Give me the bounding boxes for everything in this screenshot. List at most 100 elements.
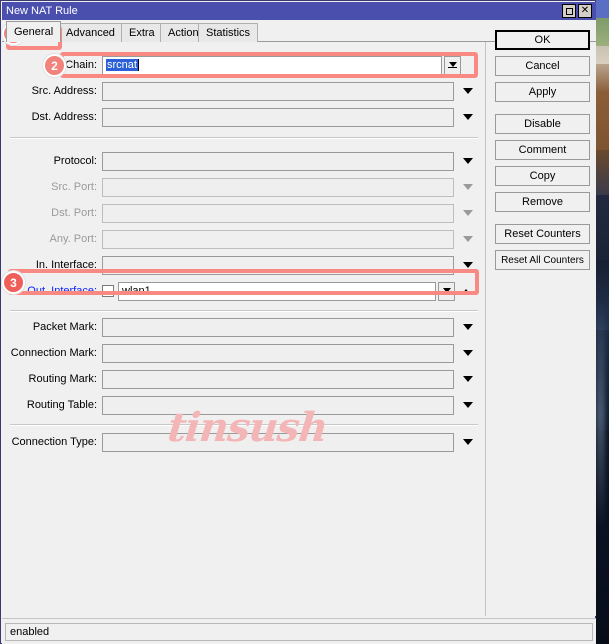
field-row-connection-type: Connection Type: [2, 431, 486, 453]
field-row-src-port: Src. Port: [2, 176, 486, 198]
window-title: New NAT Rule [6, 5, 78, 17]
dst-address-field-wrap [102, 107, 486, 127]
chain-dropdown-button[interactable] [444, 55, 461, 75]
chevron-down-icon [463, 324, 473, 330]
annotation-badge-3: 3 [2, 271, 25, 294]
connection-type-input[interactable] [102, 432, 454, 452]
ok-button[interactable]: OK [495, 30, 590, 50]
connection-mark-dropdown-icon[interactable] [460, 344, 476, 363]
reset-all-counters-button[interactable]: Reset All Counters [495, 250, 590, 270]
src-address-dropdown-icon[interactable] [460, 82, 476, 101]
dropdown-bar [448, 66, 457, 68]
disable-button[interactable]: Disable [495, 114, 590, 134]
chevron-down-icon [463, 114, 473, 120]
connection-type-field-wrap [102, 432, 486, 452]
chevron-down-icon [463, 376, 473, 382]
disable-button-label: Disable [524, 118, 561, 130]
packet-mark-field-wrap [102, 317, 486, 337]
connection-mark-input[interactable] [102, 343, 454, 363]
out-interface-add-button[interactable] [457, 282, 474, 301]
connection-mark-label: Connection Mark: [10, 347, 97, 359]
src-port-field-wrap [102, 177, 486, 197]
ok-button-label: OK [534, 34, 551, 46]
protocol-dropdown-icon[interactable] [460, 152, 476, 171]
routing-mark-field-wrap [102, 369, 486, 389]
status-text: enabled [10, 626, 50, 638]
routing-mark-input[interactable] [102, 369, 454, 389]
reset-all-counters-button-label: Reset All Counters [501, 254, 584, 266]
dst-port-dropdown-icon [460, 204, 476, 223]
window-controls: ✕ [562, 4, 592, 18]
field-row-out-interface: Out. Interface: wlan1 [2, 280, 486, 302]
dropdown-bar [442, 292, 451, 294]
cancel-button[interactable]: Cancel [495, 56, 590, 76]
dialog-button-panel: OK Cancel Apply Disable Comment Copy Rem… [487, 30, 596, 616]
reset-counters-button-label: Reset Counters [504, 228, 581, 240]
src-address-label: Src. Address: [31, 85, 97, 97]
chevron-down-icon [463, 439, 473, 445]
field-row-dst-port: Dst. Port: [2, 202, 486, 224]
close-button[interactable]: ✕ [578, 4, 592, 18]
dst-address-dropdown-icon[interactable] [460, 108, 476, 127]
connection-type-label: Connection Type: [11, 436, 97, 448]
maximize-button[interactable] [562, 4, 576, 18]
routing-table-label: Routing Table: [26, 399, 97, 411]
copy-button[interactable]: Copy [495, 166, 590, 186]
src-address-input[interactable] [102, 81, 454, 101]
field-row-packet-mark: Packet Mark: [2, 316, 486, 338]
comment-button[interactable]: Comment [495, 140, 590, 160]
chevron-down-icon [463, 158, 473, 164]
annotation-badge-2-number: 2 [51, 58, 58, 73]
reset-counters-button[interactable]: Reset Counters [495, 224, 590, 244]
apply-button[interactable]: Apply [495, 82, 590, 102]
chain-field-wrap: srcnat [102, 55, 486, 75]
dst-address-input[interactable] [102, 107, 454, 127]
protocol-label: Protocol: [53, 155, 97, 167]
tab-general[interactable]: General [6, 21, 62, 42]
wallpaper-sheen [596, 300, 605, 530]
comment-button-label: Comment [518, 144, 567, 156]
out-interface-dropdown-button[interactable] [438, 281, 455, 301]
chevron-down-icon [463, 236, 473, 242]
tab-extra[interactable]: Extra [121, 23, 163, 42]
copy-button-label: Copy [529, 170, 556, 182]
connection-type-dropdown-icon[interactable] [460, 433, 476, 452]
text-caret [137, 59, 139, 71]
annotation-badge-2: 2 [43, 54, 66, 77]
routing-table-input[interactable] [102, 395, 454, 415]
protocol-field-wrap [102, 151, 486, 171]
out-interface-value: wlan1 [122, 285, 151, 297]
window-titlebar[interactable]: New NAT Rule ✕ [2, 2, 596, 20]
any-port-dropdown-icon [460, 230, 476, 249]
src-port-label: Src. Port: [51, 181, 97, 193]
chain-input[interactable]: srcnat [102, 55, 442, 75]
field-row-routing-table: Routing Table: [2, 394, 486, 416]
tab-statistics[interactable]: Statistics [198, 23, 259, 42]
field-row-connection-mark: Connection Mark: [2, 342, 486, 364]
packet-mark-dropdown-icon[interactable] [460, 318, 476, 337]
any-port-label: Any. Port: [49, 233, 97, 245]
remove-button[interactable]: Remove [495, 192, 590, 212]
chevron-down-icon [463, 350, 473, 356]
routing-mark-dropdown-icon[interactable] [460, 370, 476, 389]
protocol-input[interactable] [102, 151, 454, 171]
field-row-in-interface: In. Interface: [2, 254, 486, 276]
status-bar-field: enabled [5, 623, 593, 641]
out-interface-negate-checkbox[interactable] [102, 285, 114, 297]
dst-port-input [102, 203, 454, 223]
cancel-button-label: Cancel [525, 60, 560, 72]
in-interface-dropdown-icon[interactable] [460, 256, 476, 275]
routing-mark-label: Routing Mark: [28, 373, 97, 385]
field-row-any-port: Any. Port: [2, 228, 486, 250]
section-divider-2 [10, 310, 478, 312]
in-interface-input[interactable] [102, 255, 454, 275]
status-bar: enabled [2, 618, 596, 644]
routing-table-dropdown-icon[interactable] [460, 396, 476, 415]
field-row-routing-mark: Routing Mark: [2, 368, 486, 390]
out-interface-input[interactable]: wlan1 [118, 281, 436, 301]
tab-advanced[interactable]: Advanced [58, 23, 123, 42]
any-port-field-wrap [102, 229, 486, 249]
field-row-dst-address: Dst. Address: [2, 106, 486, 128]
packet-mark-input[interactable] [102, 317, 454, 337]
in-interface-label: In. Interface: [35, 259, 97, 271]
